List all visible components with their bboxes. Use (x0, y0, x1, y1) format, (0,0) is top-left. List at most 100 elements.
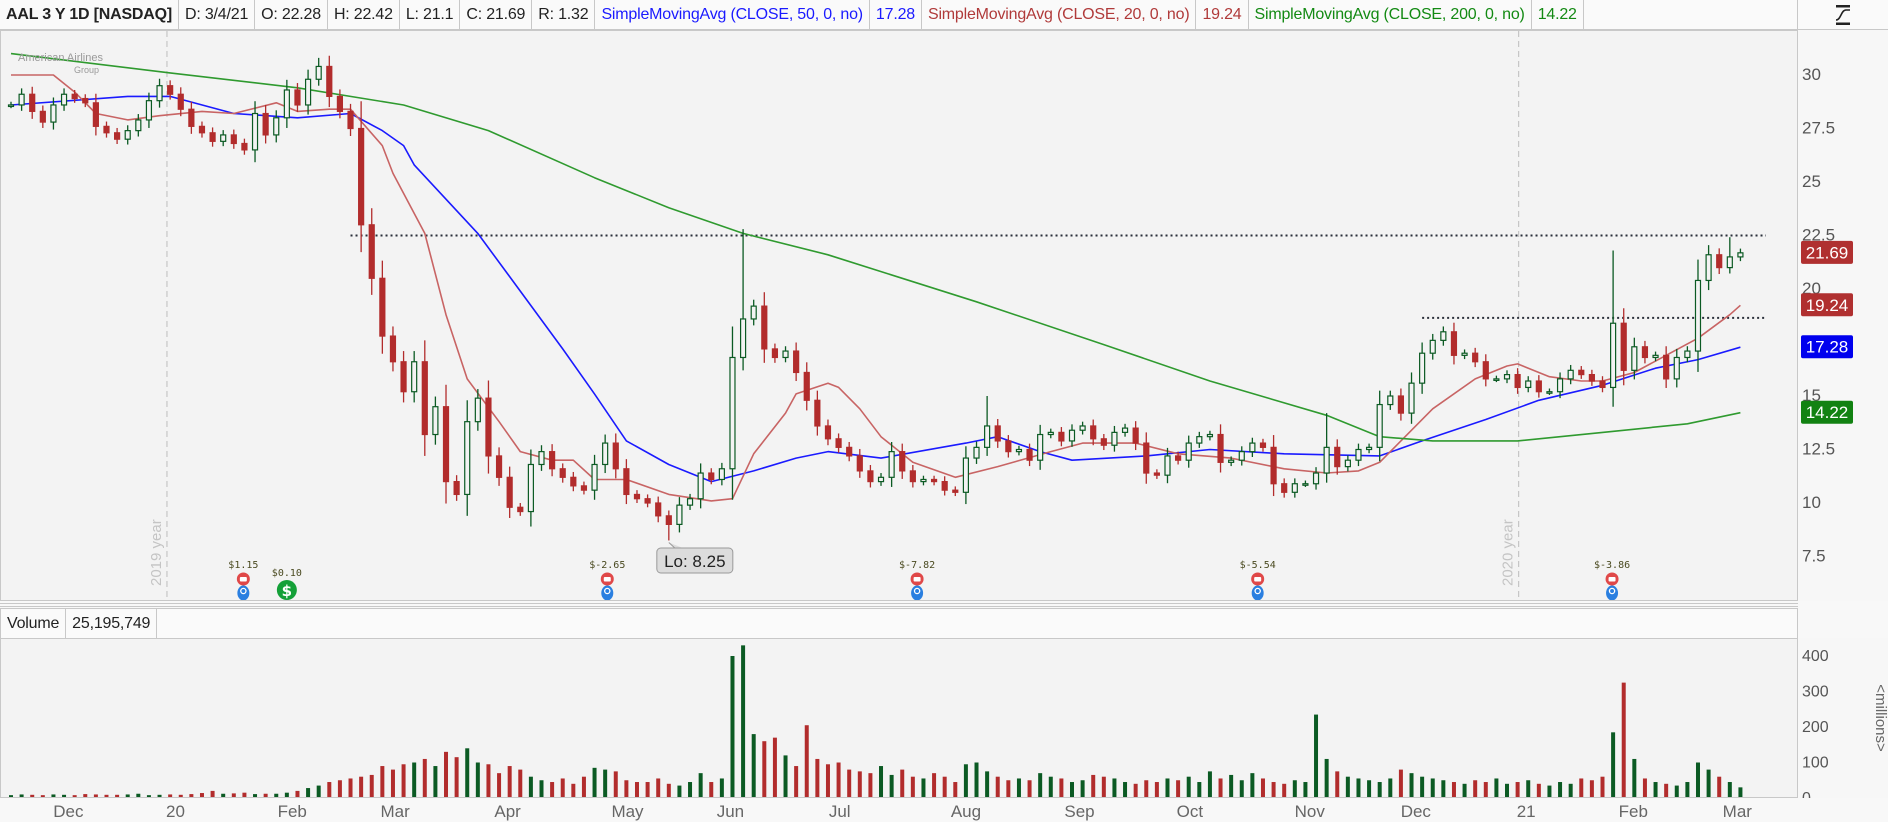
candle-down (899, 451, 906, 472)
candle-up (1684, 350, 1691, 359)
candle-up (1344, 459, 1351, 468)
volume-bar (422, 758, 427, 797)
volume-bar (1653, 782, 1658, 797)
sma50-line (10, 95, 1741, 483)
volume-bar (1260, 778, 1265, 797)
volume-bar (1197, 782, 1202, 797)
volume-bar (1176, 780, 1181, 797)
volume-label: Volume (1, 609, 67, 638)
volume-bar (1388, 778, 1393, 797)
candle-down (326, 65, 333, 97)
candle-up (1503, 374, 1511, 380)
candle-down (1535, 380, 1542, 393)
volume-bar (1356, 778, 1361, 797)
candle-down (294, 89, 301, 106)
volume-bar (1016, 778, 1021, 797)
candle-down (665, 515, 672, 525)
volume-bar (1441, 780, 1446, 797)
open-readout: O: 22.28 (255, 0, 328, 29)
dividend-event-marker[interactable]: $0.10 $ (272, 568, 302, 600)
candle-up (1068, 429, 1076, 442)
candle-down (930, 478, 938, 483)
candle-down (1058, 431, 1065, 442)
candle-down (644, 498, 651, 504)
candle-down (209, 132, 216, 142)
panel-divider[interactable] (0, 603, 1798, 604)
candle-down (612, 442, 619, 470)
volume-bar (995, 776, 1000, 797)
earnings-event-marker[interactable]: $-7.82 (899, 560, 935, 601)
volume-bar (1282, 783, 1287, 797)
time-axis[interactable]: Dec 20 Feb Mar Apr May Jun Jul Aug Sep Oct Nov Dec 21… (0, 797, 1798, 822)
volume-bar (1345, 776, 1350, 797)
candle-up (1047, 431, 1054, 436)
candle-down (1143, 442, 1150, 474)
earnings-event-marker[interactable]: $-5.54 (1240, 560, 1276, 601)
sma20-line (11, 74, 1741, 502)
low-callout-pointer (668, 542, 683, 549)
volume-bar (1717, 776, 1722, 797)
candle-down (241, 142, 248, 151)
candle-down (1270, 446, 1277, 485)
candle-up (1546, 391, 1553, 394)
candle-up (474, 397, 481, 423)
volume-bar (1451, 782, 1456, 797)
volume-bar (804, 725, 809, 797)
volume-chart-panel[interactable] (0, 638, 1798, 798)
candle-down (1259, 442, 1267, 448)
time-tick-label: Feb (278, 802, 307, 821)
volume-bar (645, 782, 650, 797)
event-label: $-3.86 (1594, 560, 1630, 571)
candle-down (549, 451, 556, 470)
volume-bar (454, 757, 459, 797)
sma50-study-label[interactable]: SimpleMovingAvg (CLOSE, 50, 0, no) (595, 0, 870, 29)
volume-bar (550, 782, 555, 797)
candle-up (1323, 446, 1330, 474)
sma20-study-label[interactable]: SimpleMovingAvg (CLOSE, 20, 0, no) (922, 0, 1197, 29)
price-axis[interactable]: 3027.52522.5201512.5107.521.6919.2417.28… (1798, 30, 1888, 601)
candle-down (793, 350, 800, 374)
candle-up (1461, 352, 1468, 356)
time-tick-label: Dec (53, 802, 84, 821)
candle-down (92, 102, 99, 127)
volume-bar (518, 769, 523, 797)
drawing-tools-button[interactable] (1798, 0, 1888, 29)
earnings-event-marker[interactable]: $-2.65 (589, 560, 625, 601)
candle-up (538, 451, 545, 466)
candle-up (782, 350, 789, 359)
candle-up (1121, 427, 1129, 433)
earnings-event-marker[interactable]: $1.15 (228, 560, 258, 601)
symbol-label[interactable]: AAL 3 Y 1D [NASDAQ] (0, 0, 180, 29)
candle-up (1355, 448, 1362, 461)
candle-up (124, 130, 131, 140)
volume-axis[interactable]: 400 300 200 100 0 <millions> (1798, 638, 1888, 798)
candle-down (1334, 446, 1341, 468)
volume-bar (1430, 778, 1435, 797)
earnings-event-marker[interactable]: $-3.86 (1594, 560, 1630, 601)
panel-divider[interactable] (0, 606, 1798, 607)
candle-up (1206, 433, 1214, 438)
time-tick-label: May (611, 802, 644, 821)
candle-up (1238, 451, 1245, 461)
low-callout-label: Lo: 8.25 (664, 552, 725, 571)
volume-bar (613, 771, 618, 797)
candle-down (814, 399, 821, 427)
volume-bar (1398, 769, 1403, 797)
volume-bar (772, 737, 777, 797)
candle-up (220, 134, 227, 142)
volume-tick-label: 200 (1802, 719, 1829, 736)
volume-bar (1494, 778, 1499, 797)
sma200-study-label[interactable]: SimpleMovingAvg (CLOSE, 200, 0, no) (1249, 0, 1532, 29)
candle-up (1556, 378, 1564, 393)
event-label: $0.10 (272, 568, 302, 579)
volume-bar (486, 764, 491, 797)
volume-bar (719, 778, 724, 797)
price-tick-label: 27.5 (1802, 119, 1835, 138)
volume-bar (698, 773, 703, 797)
price-chart-panel[interactable]: 2019 year 2020 year Lo: 8.25 $1.15 $0.10 $ $-2… (0, 30, 1798, 601)
price-tick-label: 12.5 (1802, 440, 1835, 459)
candle-down (421, 361, 428, 436)
candle-down (347, 110, 354, 130)
candle-up (1440, 331, 1447, 341)
time-tick-label: Dec (1401, 802, 1432, 821)
